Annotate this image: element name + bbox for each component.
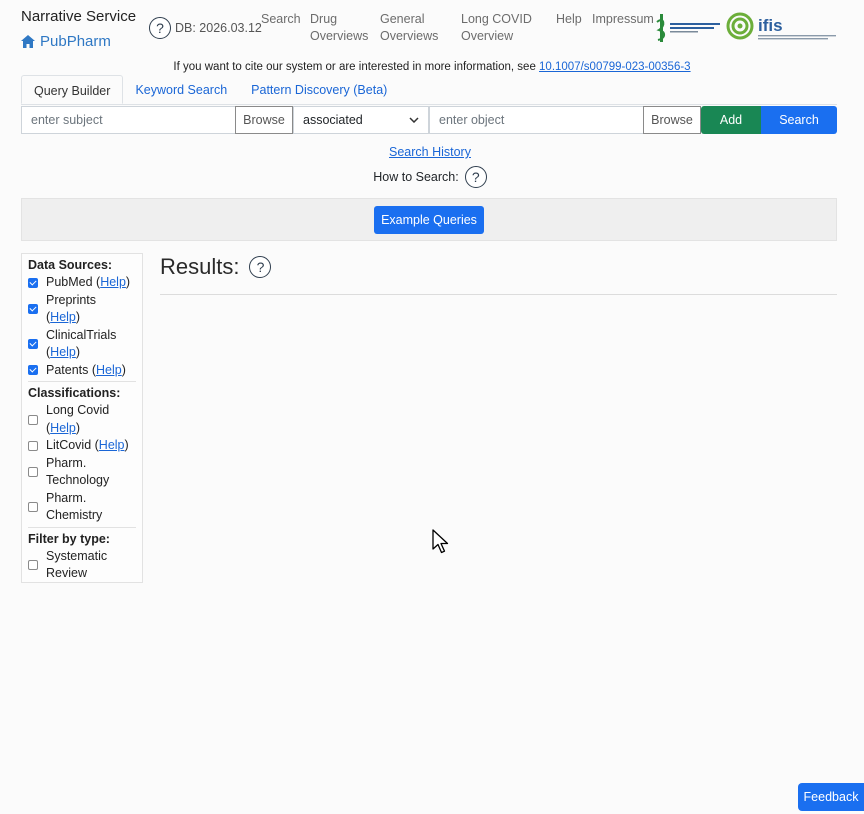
object-input[interactable]: enter object	[429, 106, 644, 134]
long-covid-checkbox[interactable]	[28, 414, 38, 425]
pharm-technology-line2: Technology	[46, 473, 110, 487]
filter-patents[interactable]: Patents (Help)	[28, 362, 136, 380]
data-sources-title: Data Sources:	[28, 258, 113, 272]
filter-pubmed[interactable]: PubMed (Help)	[28, 274, 136, 292]
pubmed-paren: )	[125, 275, 131, 289]
pubmed-label: PubMed (	[46, 275, 101, 289]
clinicaltrials-help-link[interactable]: Help	[50, 345, 76, 359]
patents-checkbox[interactable]	[28, 365, 38, 376]
object-browse-button[interactable]: Browse	[643, 106, 701, 134]
ifis-wordmark: ifis	[758, 16, 783, 35]
tab-bar: Query Builder Keyword Search Pattern Dis…	[21, 75, 399, 104]
db-info: ? DB: 2026.03.12	[149, 17, 262, 39]
systematic-review-line2: Review	[46, 566, 87, 580]
nav-help[interactable]: Help	[556, 11, 582, 28]
litcovid-checkbox[interactable]	[28, 440, 38, 451]
clinicaltrials-label: ClinicalTrials	[46, 327, 117, 342]
filter-by-type-title: Filter by type:	[28, 531, 110, 546]
pubpharm-label: PubPharm	[40, 33, 111, 50]
litcovid-help-link[interactable]: Help	[99, 438, 125, 452]
nav-drug-line2: Overviews	[310, 29, 369, 43]
clinical-paren-close: )	[75, 345, 81, 359]
search-button[interactable]: Search	[761, 106, 837, 134]
mouse-cursor-icon	[432, 529, 449, 554]
nav-impressum[interactable]: Impressum	[592, 11, 654, 28]
filter-pharm-chemistry[interactable]: Pharm. Chemistry	[28, 490, 136, 525]
subject-input[interactable]: enter subject	[21, 106, 236, 134]
nav-longcovid-line1: Long COVID	[461, 12, 532, 26]
tab-query-builder[interactable]: Query Builder	[21, 75, 124, 104]
longcovid-paren-close: )	[75, 420, 81, 435]
citation-line: If you want to cite our system or are in…	[0, 61, 864, 73]
nav-long-covid-overview[interactable]: Long COVID Overview	[461, 11, 532, 45]
preprints-paren-close: )	[75, 310, 81, 324]
long-covid-label: Long Covid	[46, 403, 110, 417]
subject-browse-button[interactable]: Browse	[235, 106, 293, 134]
pharm-technology-line1: Pharm.	[46, 455, 87, 470]
nav-general-line1: General	[380, 12, 425, 26]
nav-search[interactable]: Search	[261, 11, 301, 28]
tab-pattern-discovery[interactable]: Pattern Discovery (Beta)	[239, 75, 399, 104]
citation-text: If you want to cite our system or are in…	[173, 61, 540, 73]
how-to-help-icon[interactable]: ?	[464, 166, 487, 188]
patents-label: Patents (	[46, 362, 97, 377]
results-title: Results:	[160, 254, 240, 279]
litcovid-paren: )	[124, 438, 129, 452]
classifications-title: Classifications:	[28, 386, 121, 400]
systematic-review-line1: Systematic	[46, 548, 108, 563]
results-divider	[160, 294, 837, 295]
nav-general-line2: Overviews	[380, 29, 439, 43]
nav-drug-overviews[interactable]: Drug Overviews	[310, 11, 368, 45]
ifis-logo[interactable]: ifis	[725, 12, 839, 44]
nav-longcovid-line2: Overview	[461, 29, 514, 43]
nav-drug-line1: Drug	[310, 12, 338, 26]
pharm-technology-checkbox[interactable]	[28, 467, 38, 477]
results-help-icon[interactable]: ?	[249, 256, 272, 278]
preprints-help-link[interactable]: Help	[50, 310, 76, 324]
pubmed-help-link[interactable]: Help	[100, 275, 126, 289]
filter-preprints[interactable]: Preprints (Help)	[28, 292, 136, 327]
search-history-link[interactable]: Search History	[389, 145, 471, 159]
tab-divider	[21, 104, 837, 105]
add-button[interactable]: Add	[701, 106, 761, 134]
db-version: DB: 2026.03.12	[175, 21, 262, 35]
pubmed-checkbox[interactable]	[28, 277, 38, 288]
sidebar-divider-2	[28, 526, 136, 528]
relation-select[interactable]: associated	[293, 106, 429, 134]
example-queries-button[interactable]: Example Queries	[374, 206, 484, 234]
feedback-button[interactable]: Feedback	[798, 783, 864, 811]
preprints-checkbox[interactable]	[28, 304, 38, 314]
sidebar-divider	[28, 381, 136, 382]
how-to-label: How to Search:	[373, 170, 459, 184]
tfi-pharmazie-logo[interactable]	[656, 12, 722, 44]
citation-link[interactable]: 10.1007/s00799-023-00356-3	[539, 61, 691, 73]
chevron-down-icon	[409, 117, 419, 123]
filter-systematic-review[interactable]: Systematic Review	[28, 548, 136, 583]
results-header: Results: ?	[160, 254, 272, 280]
litcovid-label: LitCovid (	[46, 438, 99, 452]
help-question-icon[interactable]: ?	[149, 17, 171, 39]
home-icon	[21, 35, 35, 48]
filter-litcovid[interactable]: LitCovid (Help)	[28, 437, 136, 455]
filter-clinicaltrials[interactable]: ClinicalTrials (Help)	[28, 327, 136, 362]
pharm-chemistry-checkbox[interactable]	[28, 502, 38, 512]
patents-help-link[interactable]: Help	[96, 363, 122, 377]
app-title: Narrative Service	[21, 8, 137, 25]
history-row: Search History	[0, 145, 860, 159]
how-to-search: How to Search: ?	[0, 166, 860, 188]
systematic-review-checkbox[interactable]	[28, 560, 38, 570]
filter-long-covid[interactable]: Long Covid (Help)	[28, 402, 136, 437]
clinicaltrials-checkbox[interactable]	[28, 339, 38, 349]
filter-pharm-technology[interactable]: Pharm. Technology	[28, 455, 136, 490]
preprints-label: Preprints	[46, 292, 97, 307]
pharm-chemistry-line1: Pharm.	[46, 490, 87, 505]
nav-general-overviews[interactable]: General Overviews	[380, 11, 438, 45]
home-link[interactable]: PubPharm	[21, 33, 111, 50]
tab-keyword-search[interactable]: Keyword Search	[123, 75, 239, 104]
relation-value: associated	[303, 113, 363, 127]
filter-sidebar: Data Sources: PubMed (Help) Preprints (H…	[21, 253, 143, 583]
long-covid-help-link[interactable]: Help	[50, 421, 76, 435]
patents-paren: )	[121, 362, 126, 377]
pharm-chemistry-line2: Chemistry	[46, 508, 103, 522]
